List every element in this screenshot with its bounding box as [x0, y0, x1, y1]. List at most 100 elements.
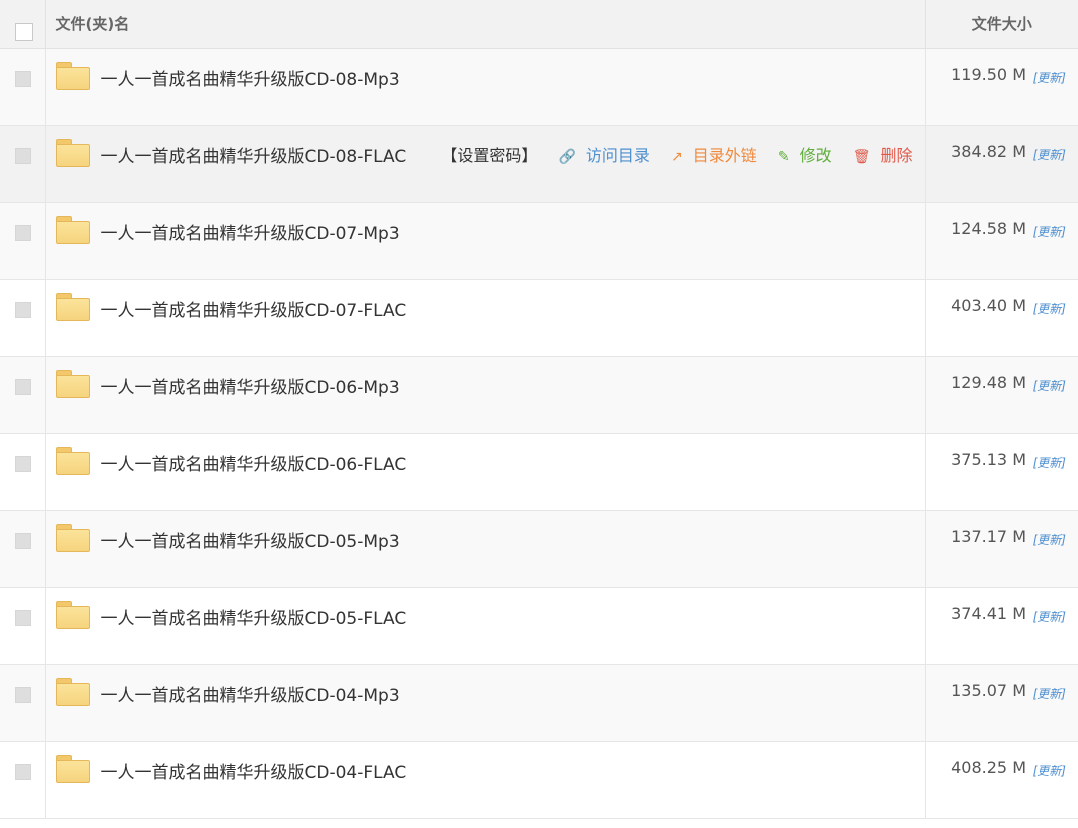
row-size-cell: 129.48 M [更新] [924, 356, 1078, 434]
folder-name-link[interactable]: 一人一首成名曲精华升级版CD-07-FLAC [101, 296, 407, 321]
row-checkbox[interactable] [15, 224, 31, 241]
folder-name-link[interactable]: 一人一首成名曲精华升级版CD-06-Mp3 [101, 373, 400, 398]
file-size: 129.48 M [951, 372, 1026, 392]
share-icon: ↗ [671, 148, 683, 165]
row-checkbox[interactable] [15, 147, 31, 164]
table-row[interactable]: 一人一首成名曲精华升级版CD-04-Mp3 135.07 M [更新] [0, 664, 1078, 742]
folder-name-link[interactable]: 一人一首成名曲精华升级版CD-05-Mp3 [101, 527, 400, 552]
update-size-link[interactable]: [更新] [1033, 608, 1066, 625]
row-checkbox[interactable] [15, 378, 31, 395]
row-check-cell [0, 587, 46, 665]
row-name-cell: 一人一首成名曲精华升级版CD-04-Mp3 [45, 664, 925, 742]
visit-directory-label: 访问目录 [585, 145, 650, 165]
select-all-checkbox[interactable] [15, 23, 33, 42]
delete-label: 删除 [880, 145, 913, 165]
folder-icon [55, 138, 90, 167]
row-check-cell [0, 48, 46, 126]
row-size-cell: 384.82 M [更新] [924, 125, 1078, 203]
header-name[interactable]: 文件(夹)名 [45, 0, 925, 49]
update-size-link[interactable]: [更新] [1033, 454, 1066, 471]
table-row[interactable]: 一人一首成名曲精华升级版CD-08-FLAC 【设置密码】 🔗 访问目录 ↗ 目录外… [0, 125, 1078, 203]
table-row[interactable]: 一人一首成名曲精华升级版CD-05-Mp3 137.17 M [更新] [0, 510, 1078, 588]
row-name-cell: 一人一首成名曲精华升级版CD-07-FLAC [45, 279, 925, 357]
row-name-cell: 一人一首成名曲精华升级版CD-08-FLAC 【设置密码】 🔗 访问目录 ↗ 目录外… [45, 125, 925, 203]
row-check-cell [0, 433, 46, 511]
folder-icon [55, 754, 90, 783]
table-row[interactable]: 一人一首成名曲精华升级版CD-06-Mp3 129.48 M [更新] [0, 356, 1078, 434]
folder-icon [55, 292, 90, 321]
folder-icon [55, 369, 90, 398]
row-size-cell: 374.41 M [更新] [924, 587, 1078, 665]
row-name-cell: 一人一首成名曲精华升级版CD-06-FLAC [45, 433, 925, 511]
row-checkbox[interactable] [15, 70, 31, 87]
update-size-link[interactable]: [更新] [1033, 762, 1066, 779]
file-size: 375.13 M [951, 449, 1026, 469]
row-checkbox[interactable] [15, 532, 31, 549]
update-size-link[interactable]: [更新] [1033, 300, 1066, 317]
update-size-link[interactable]: [更新] [1033, 223, 1066, 240]
row-name-cell: 一人一首成名曲精华升级版CD-04-FLAC [45, 741, 925, 819]
row-check-cell [0, 741, 46, 819]
row-check-cell [0, 125, 46, 203]
header-check-cell [0, 0, 46, 49]
folder-name-link[interactable]: 一人一首成名曲精华升级版CD-08-Mp3 [101, 65, 400, 90]
row-size-cell: 135.07 M [更新] [924, 664, 1078, 742]
folder-name-link[interactable]: 一人一首成名曲精华升级版CD-04-Mp3 [101, 681, 400, 706]
file-size: 119.50 M [951, 64, 1026, 84]
folder-icon [55, 677, 90, 706]
folder-icon [55, 215, 90, 244]
file-size: 124.58 M [951, 218, 1026, 238]
directory-extlink-button[interactable]: ↗ 目录外链 [663, 146, 757, 165]
row-check-cell [0, 202, 46, 280]
row-check-cell [0, 664, 46, 742]
row-name-cell: 一人一首成名曲精华升级版CD-07-Mp3 [45, 202, 925, 280]
row-size-cell: 119.50 M [更新] [924, 48, 1078, 126]
row-check-cell [0, 510, 46, 588]
update-size-link[interactable]: [更新] [1033, 377, 1066, 394]
delete-button[interactable]: 🗑 删除 [845, 146, 913, 165]
row-checkbox[interactable] [15, 763, 31, 780]
table-header: 文件(夹)名 文件大小 [0, 0, 1078, 49]
file-size: 403.40 M [951, 295, 1026, 315]
folder-name-link[interactable]: 一人一首成名曲精华升级版CD-05-FLAC [101, 604, 407, 629]
table-row[interactable]: 一人一首成名曲精华升级版CD-08-Mp3 119.50 M [更新] [0, 48, 1078, 126]
update-size-link[interactable]: [更新] [1033, 531, 1066, 548]
header-size[interactable]: 文件大小 [924, 0, 1078, 49]
link-icon: 🔗 [558, 148, 576, 165]
update-size-link[interactable]: [更新] [1033, 69, 1066, 86]
update-size-link[interactable]: [更新] [1033, 146, 1066, 163]
edit-icon: ✎ [777, 148, 790, 165]
row-check-cell [0, 279, 46, 357]
row-actions: 【设置密码】 🔗 访问目录 ↗ 目录外链 ✎ 修改 🗑 删除 [433, 142, 912, 166]
folder-name-link[interactable]: 一人一首成名曲精华升级版CD-04-FLAC [101, 758, 407, 783]
folder-name-link[interactable]: 一人一首成名曲精华升级版CD-06-FLAC [101, 450, 407, 475]
row-name-cell: 一人一首成名曲精华升级版CD-05-Mp3 [45, 510, 925, 588]
row-size-cell: 375.13 M [更新] [924, 433, 1078, 511]
row-size-cell: 408.25 M [更新] [924, 741, 1078, 819]
file-size: 408.25 M [951, 757, 1026, 777]
row-checkbox[interactable] [15, 609, 31, 626]
table-row[interactable]: 一人一首成名曲精华升级版CD-06-FLAC 375.13 M [更新] [0, 433, 1078, 511]
table-row[interactable]: 一人一首成名曲精华升级版CD-07-FLAC 403.40 M [更新] [0, 279, 1078, 357]
row-size-cell: 403.40 M [更新] [924, 279, 1078, 357]
folder-icon [55, 523, 90, 552]
row-size-cell: 137.17 M [更新] [924, 510, 1078, 588]
row-name-cell: 一人一首成名曲精华升级版CD-05-FLAC [45, 587, 925, 665]
table-row[interactable]: 一人一首成名曲精华升级版CD-05-FLAC 374.41 M [更新] [0, 587, 1078, 665]
edit-label: 修改 [799, 145, 832, 165]
visit-directory-button[interactable]: 🔗 访问目录 [550, 146, 649, 165]
row-checkbox[interactable] [15, 455, 31, 472]
table-row[interactable]: 一人一首成名曲精华升级版CD-04-FLAC 408.25 M [更新] [0, 741, 1078, 819]
folder-name-link[interactable]: 一人一首成名曲精华升级版CD-08-FLAC [101, 142, 407, 167]
table-row[interactable]: 一人一首成名曲精华升级版CD-07-Mp3 124.58 M [更新] [0, 202, 1078, 280]
directory-extlink-label: 目录外链 [692, 145, 757, 165]
file-size: 137.17 M [951, 526, 1026, 546]
folder-name-link[interactable]: 一人一首成名曲精华升级版CD-07-Mp3 [101, 219, 400, 244]
update-size-link[interactable]: [更新] [1033, 685, 1066, 702]
row-name-cell: 一人一首成名曲精华升级版CD-08-Mp3 [45, 48, 925, 126]
edit-button[interactable]: ✎ 修改 [770, 146, 832, 165]
row-checkbox[interactable] [15, 686, 31, 703]
row-checkbox[interactable] [15, 301, 31, 318]
row-check-cell [0, 356, 46, 434]
set-password-button[interactable]: 【设置密码】 [441, 146, 537, 165]
